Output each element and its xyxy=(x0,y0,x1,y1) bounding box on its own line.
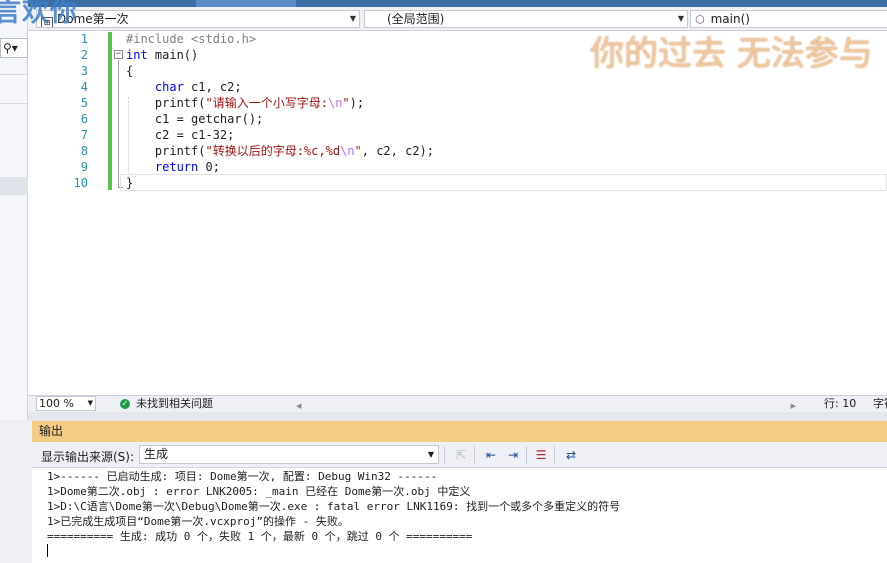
code-line-3: { xyxy=(126,64,134,78)
line-number: 9 xyxy=(80,160,88,174)
code-line-6: c1 = getchar(); xyxy=(126,112,264,126)
line-number: 4 xyxy=(80,80,88,94)
output-line: 1>------ 已启动生成: 项目: Dome第一次, 配置: Debug W… xyxy=(47,470,438,483)
editor-status-row: 100 % ▼ ✓ 未找到相关问题 ◀ ▶ 行: 10 字符: 2 xyxy=(28,395,887,412)
output-toolbar: 显示输出来源(S): 生成 ▼ ⇱ ⇤ ⇥ ☰ ⇄ xyxy=(32,442,887,468)
panel-splitter[interactable] xyxy=(28,412,887,421)
check-circle-icon: ✓ xyxy=(120,399,130,409)
code-line-1: #include <stdio.h> xyxy=(126,32,257,46)
line-number: 8 xyxy=(80,144,88,158)
line-indicator: 行: 10 xyxy=(824,397,857,410)
line-number: 2 xyxy=(80,48,88,62)
output-line: 1>Dome第二次.obj : error LNK2005: _main 已经在… xyxy=(47,485,471,498)
code-line-4: char c1, c2; xyxy=(154,80,242,94)
clear-all-icon[interactable]: ☰ xyxy=(532,446,550,464)
next-message-icon[interactable]: ⇥ xyxy=(504,446,522,464)
output-line: 1>D:\C语言\Dome第一次\Debug\Dome第一次.exe : fat… xyxy=(47,500,621,513)
project-dropdown[interactable]: ⊞ Dome第一次 ▼ xyxy=(36,10,360,28)
code-line-8: printf("转换以后的字母:%c,%d\n", c2, c2); xyxy=(126,144,434,158)
line-number-gutter: 1 2 3 4 5 6 7 8 9 10 xyxy=(28,31,110,395)
line-number: 10 xyxy=(73,176,88,190)
previous-message-icon[interactable]: ⇤ xyxy=(482,446,500,464)
output-line: ========== 生成: 成功 0 个，失败 1 个，最新 0 个，跳过 0… xyxy=(47,530,473,543)
collapse-icon[interactable]: − xyxy=(114,50,123,59)
code-line-2: int main() xyxy=(126,48,199,62)
horizontal-scrollbar[interactable]: ◀ ▶ xyxy=(296,399,796,410)
chevron-down-icon: ▼ xyxy=(349,14,356,23)
word-wrap-icon[interactable]: ⇄ xyxy=(562,446,580,464)
line-number: 3 xyxy=(80,64,88,78)
output-source-value: 生成 xyxy=(144,447,169,461)
change-tracking-bar xyxy=(108,32,112,190)
find-message-icon[interactable]: ⇱ xyxy=(452,446,470,464)
zoom-value: 100 % xyxy=(39,397,74,410)
solution-search-icon[interactable]: ⚲▾ xyxy=(0,38,28,58)
code-editor[interactable]: 1 2 3 4 5 6 7 8 9 10 − #include <stdio.h… xyxy=(28,31,887,395)
watermark-text-right: 你的过去 无法参与 xyxy=(590,34,873,74)
chevron-down-icon: ▼ xyxy=(87,399,93,407)
toolbar-separator xyxy=(554,446,555,464)
code-line-10: } xyxy=(126,176,134,190)
divider xyxy=(0,74,28,75)
divider xyxy=(0,103,28,104)
document-tab-strip xyxy=(28,0,887,7)
fold-guide xyxy=(118,60,119,188)
output-source-label: 显示输出来源(S): xyxy=(41,450,135,464)
solution-explorer-strip: ⚲▾ xyxy=(0,0,28,420)
output-panel-title: 输出 xyxy=(32,421,887,442)
zoom-dropdown[interactable]: 100 % ▼ xyxy=(36,396,96,411)
chevron-down-icon: ▼ xyxy=(427,450,434,459)
text-caret xyxy=(47,544,48,557)
line-number: 1 xyxy=(80,32,88,46)
member-dropdown-value: main() xyxy=(710,12,750,26)
scope-dropdown-value: (全局范围) xyxy=(387,12,445,26)
watermark-text-left: 言欢你 xyxy=(0,0,78,28)
left-panel-bottom xyxy=(0,420,32,563)
issues-status[interactable]: 未找到相关问题 xyxy=(136,396,213,411)
line-number: 6 xyxy=(80,112,88,126)
line-number: 5 xyxy=(80,96,88,110)
current-line-highlight xyxy=(120,174,887,191)
output-source-dropdown[interactable]: 生成 ▼ xyxy=(139,445,439,464)
line-number: 7 xyxy=(80,128,88,142)
code-line-7: c2 = c1-32; xyxy=(126,128,235,142)
toolbar-separator xyxy=(444,446,445,464)
tab-dome[interactable] xyxy=(196,0,296,7)
toolbar-separator xyxy=(526,446,527,464)
code-line-9: return 0; xyxy=(154,160,220,174)
char-indicator: 字符: 2 xyxy=(873,397,887,410)
output-line: 1>已完成生成项目“Dome第一次.vcxproj”的操作 - 失败。 xyxy=(47,515,349,528)
code-line-5: printf("请输入一个小写字母:\n"); xyxy=(126,96,365,110)
output-text-area[interactable]: 1>------ 已启动生成: 项目: Dome第一次, 配置: Debug W… xyxy=(32,468,887,563)
chevron-down-icon: ▼ xyxy=(677,14,684,23)
selected-tree-item[interactable] xyxy=(0,177,28,195)
toolbar-separator xyxy=(474,446,475,464)
